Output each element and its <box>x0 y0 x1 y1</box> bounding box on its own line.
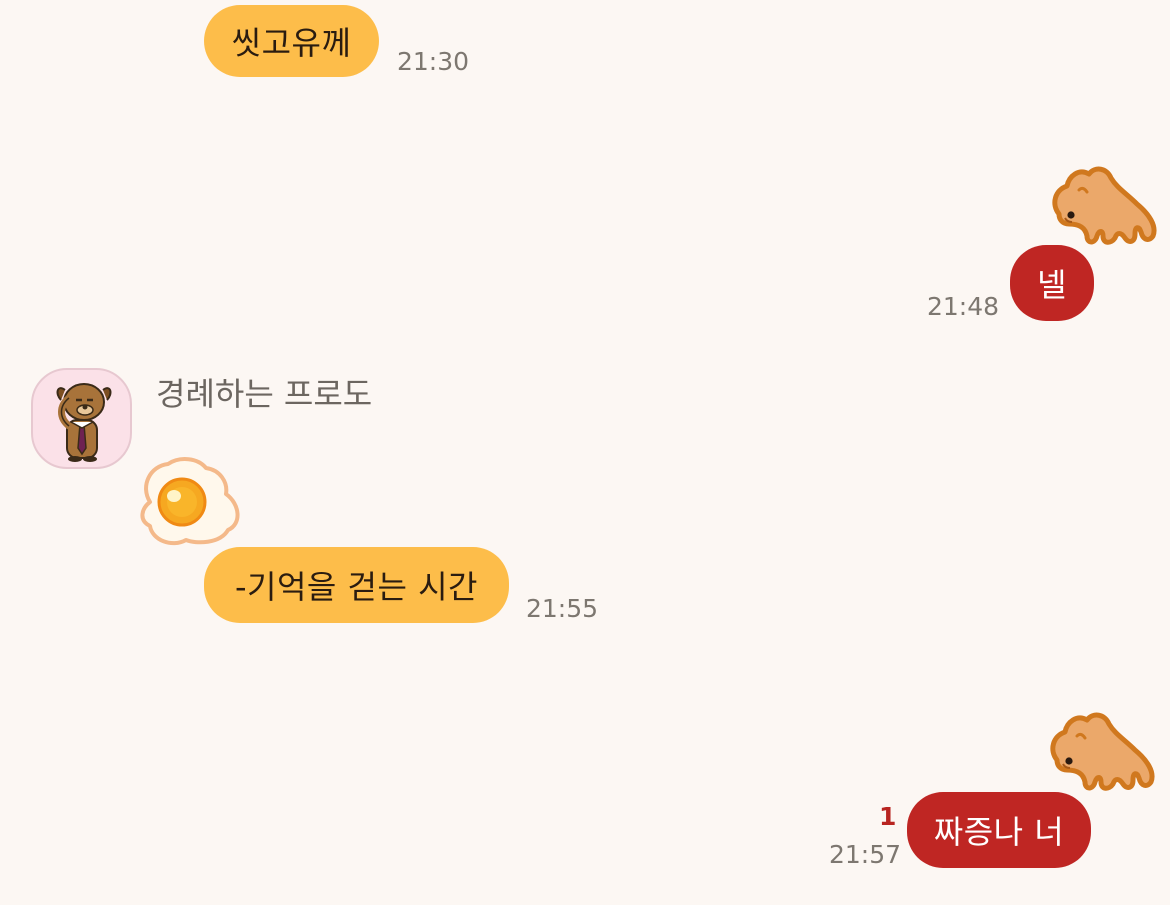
unread-count-badge: 1 <box>879 802 897 831</box>
message-bubble-outgoing[interactable]: 넬 <box>1010 245 1094 321</box>
message-timestamp: 21:48 <box>927 292 1000 321</box>
fried-egg-sticker-icon[interactable] <box>136 454 244 550</box>
message-bubble-incoming[interactable]: -기억을 걷는 시간 <box>204 547 509 623</box>
frodo-salute-avatar-icon[interactable] <box>31 368 132 469</box>
message-bubble-outgoing[interactable]: 짜증나 너 <box>907 792 1091 868</box>
message-text: 씻고유께 <box>231 24 352 62</box>
message-timestamp: 21:55 <box>526 594 599 623</box>
message-timestamp: 21:57 <box>829 840 902 869</box>
message-timestamp: 21:30 <box>397 47 470 76</box>
camel-sticker-icon[interactable] <box>1043 706 1161 792</box>
message-bubble-incoming[interactable]: 씻고유께 <box>204 5 379 77</box>
message-text: 짜증나 너 <box>933 813 1065 851</box>
message-text: 넬 <box>1037 266 1067 304</box>
sender-name: 경례하는 프로도 <box>156 375 373 413</box>
message-text: -기억을 걷는 시간 <box>235 568 478 606</box>
chat-room: 씻고유께 21:30 넬 21:48 경례하는 프로도 -기억을 걷는 시간 2… <box>0 0 1170 905</box>
camel-sticker-icon[interactable] <box>1045 160 1163 246</box>
